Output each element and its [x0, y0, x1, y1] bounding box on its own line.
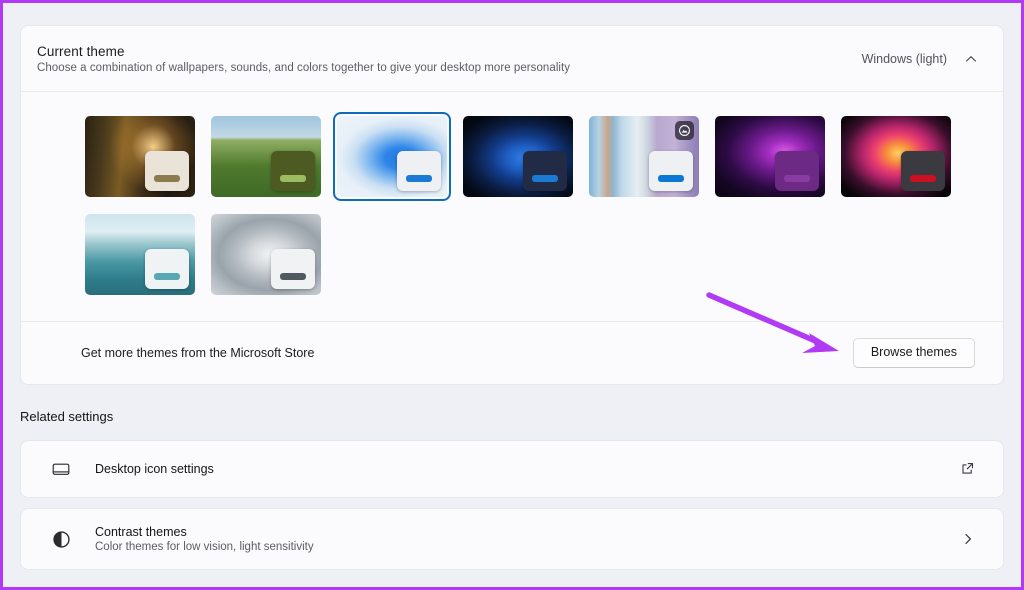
- related-setting-title: Contrast themes: [95, 525, 187, 539]
- related-setting-title: Desktop icon settings: [95, 462, 214, 476]
- current-theme-header-right: Windows (light): [862, 51, 987, 67]
- theme-wallpaper-preview: [589, 116, 699, 197]
- current-theme-header-texts: Current theme Choose a combination of wa…: [37, 44, 570, 74]
- theme-wallpaper-preview: [85, 214, 195, 295]
- theme-thumbnail-4[interactable]: [585, 112, 703, 201]
- related-setting-texts: Contrast themes Color themes for low vis…: [75, 525, 957, 553]
- theme-thumbnail-7[interactable]: [81, 210, 199, 299]
- theme-thumbnail-1[interactable]: [207, 112, 325, 201]
- chevron-right-icon[interactable]: [957, 532, 979, 546]
- related-setting-texts: Desktop icon settings: [75, 462, 957, 476]
- theme-thumbnail-5[interactable]: [711, 112, 829, 201]
- theme-thumbnail-3[interactable]: [459, 112, 577, 201]
- theme-window-preview: [649, 151, 693, 191]
- theme-thumbnail-2-selected[interactable]: [333, 112, 451, 201]
- theme-wallpaper-preview: [85, 116, 195, 197]
- chevron-up-icon[interactable]: [963, 51, 979, 67]
- theme-window-preview: [397, 151, 441, 191]
- theme-wallpaper-preview: [337, 116, 447, 197]
- theme-wallpaper-preview: [211, 214, 321, 295]
- get-more-themes-label: Get more themes from the Microsoft Store: [81, 346, 315, 360]
- related-settings-title: Related settings: [20, 409, 114, 424]
- related-setting-desktop-icon-settings[interactable]: Desktop icon settings: [20, 440, 1004, 498]
- theme-window-preview: [901, 151, 945, 191]
- theme-wallpaper-preview: [715, 116, 825, 197]
- settings-personalization-themes-page: Current theme Choose a combination of wa…: [3, 3, 1021, 587]
- contrast-icon: [47, 529, 75, 550]
- theme-thumbnail-row-2: [81, 210, 1003, 299]
- current-theme-card: Current theme Choose a combination of wa…: [20, 25, 1004, 385]
- theme-window-preview: [271, 249, 315, 289]
- theme-thumbnail-0[interactable]: [81, 112, 199, 201]
- theme-thumbnail-row-1: [81, 112, 1003, 201]
- theme-wallpaper-preview: [841, 116, 951, 197]
- slideshow-icon: [675, 121, 694, 140]
- current-theme-title: Current theme: [37, 44, 125, 59]
- related-setting-subtitle: Color themes for low vision, light sensi…: [95, 541, 314, 553]
- current-theme-subtitle: Choose a combination of wallpapers, soun…: [37, 62, 571, 74]
- external-link-icon[interactable]: [957, 461, 979, 477]
- browse-themes-button[interactable]: Browse themes: [852, 338, 975, 368]
- theme-window-preview: [145, 249, 189, 289]
- current-theme-header[interactable]: Current theme Choose a combination of wa…: [21, 26, 1003, 92]
- theme-wallpaper-preview: [463, 116, 573, 197]
- theme-window-preview: [775, 151, 819, 191]
- theme-thumbnail-6[interactable]: [837, 112, 955, 201]
- theme-wallpaper-preview: [211, 116, 321, 197]
- theme-thumbnail-8[interactable]: [207, 210, 325, 299]
- get-more-themes-row: Get more themes from the Microsoft Store…: [21, 322, 1003, 384]
- monitor-icon: [47, 459, 75, 479]
- current-theme-selected-value: Windows (light): [861, 52, 947, 66]
- theme-window-preview: [145, 151, 189, 191]
- theme-window-preview: [271, 151, 315, 191]
- related-setting-contrast-themes[interactable]: Contrast themes Color themes for low vis…: [20, 508, 1004, 570]
- theme-thumbnails-area: [21, 92, 1003, 322]
- theme-window-preview: [523, 151, 567, 191]
